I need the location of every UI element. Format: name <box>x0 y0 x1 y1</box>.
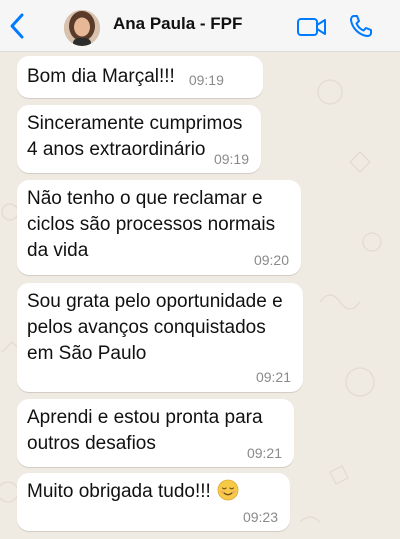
chevron-left-icon <box>10 13 24 39</box>
message-time: 09:23 <box>242 509 278 525</box>
message-bubble[interactable]: Sou grata pelo oportunidade e pelos avan… <box>17 283 303 392</box>
message-text: Bom dia Marçal!!! 09:19 <box>27 62 253 93</box>
message-list[interactable]: Bom dia Marçal!!! 09:19 Sinceramente cump… <box>0 52 400 539</box>
relieved-face-emoji-icon <box>217 479 239 501</box>
message-time: 09:20 <box>253 252 289 268</box>
message-time: 09:19 <box>213 151 249 167</box>
message-bubble[interactable]: Muito obrigada tudo!!! 09:23 <box>17 473 290 531</box>
message-bubble[interactable]: Não tenho o que reclamar e ciclos são pr… <box>17 180 301 275</box>
phone-icon <box>350 15 372 37</box>
message-text: Sou grata pelo oportunidade e pelos avan… <box>27 291 283 364</box>
avatar[interactable] <box>64 10 100 46</box>
video-camera-icon <box>297 18 326 36</box>
contact-name[interactable]: Ana Paula - FPF <box>113 14 242 34</box>
message-bubble[interactable]: Aprendi e estou pronta para outros desaf… <box>17 399 294 467</box>
video-call-button[interactable] <box>296 15 328 39</box>
chat-header: Ana Paula - FPF <box>0 0 400 52</box>
back-button[interactable] <box>6 11 28 41</box>
voice-call-button[interactable] <box>348 13 374 39</box>
message-text: Muito obrigada tudo!!! <box>27 479 280 505</box>
message-text: Aprendi e estou pronta para outros desaf… <box>27 407 263 454</box>
message-bubble[interactable]: Bom dia Marçal!!! 09:19 <box>17 56 263 98</box>
message-time: 09:19 <box>188 72 224 88</box>
message-time: 09:21 <box>246 445 282 461</box>
message-bubble[interactable]: Sinceramente cumprimos 4 anos extraordin… <box>17 105 261 173</box>
message-text: Não tenho o que reclamar e ciclos são pr… <box>27 188 276 261</box>
message-time: 09:21 <box>255 369 291 385</box>
